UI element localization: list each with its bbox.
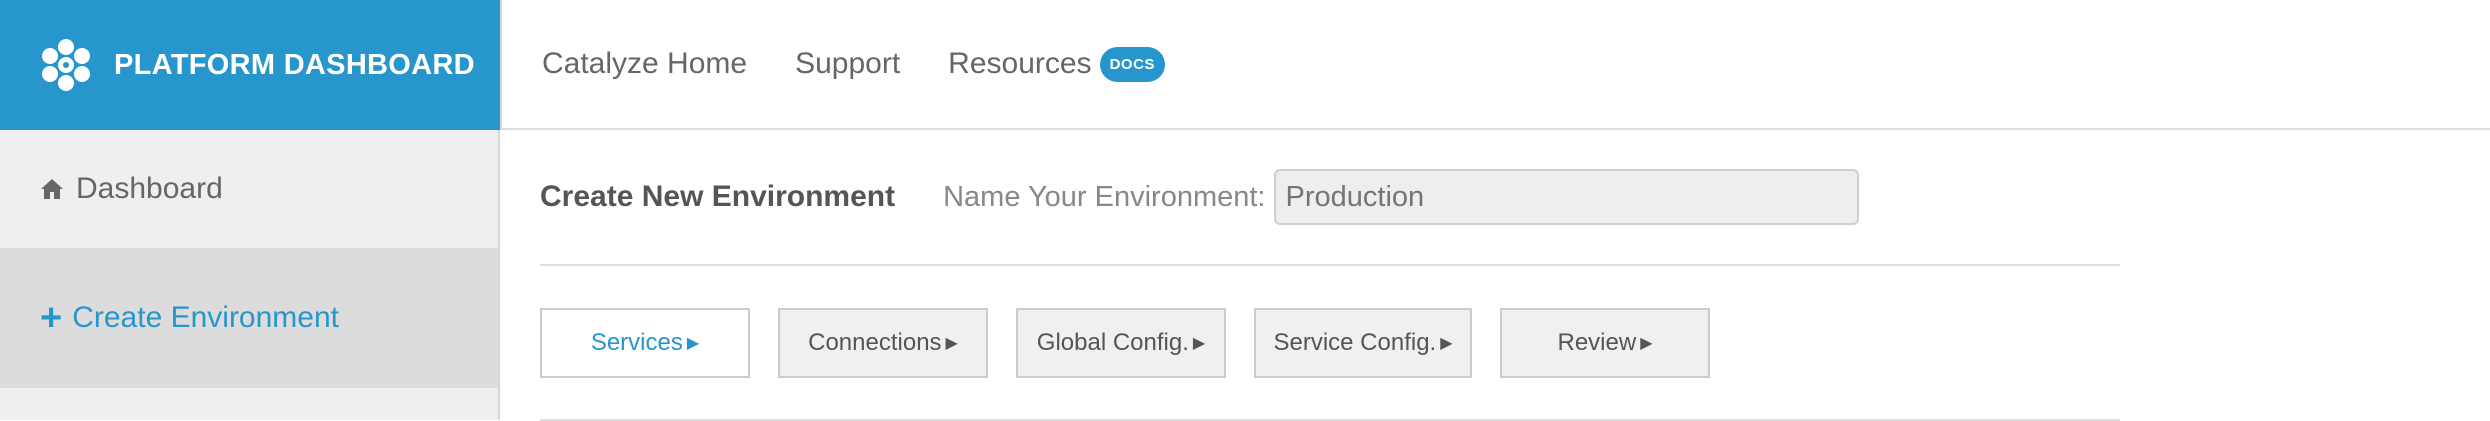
nav-link-support[interactable]: Support xyxy=(795,47,900,81)
nav-link-catalyze-home[interactable]: Catalyze Home xyxy=(542,47,747,81)
hexagon-cluster-icon xyxy=(42,39,90,91)
step-label: Service Config. xyxy=(1273,328,1437,356)
caret-right-icon: ▶ xyxy=(1192,334,1206,352)
step-label: Global Config. xyxy=(1036,328,1189,356)
step-label: Services xyxy=(590,328,683,356)
plus-icon: + xyxy=(40,297,63,339)
step-service-config[interactable]: Service Config. ▶ xyxy=(1254,307,1472,378)
caret-right-icon: ▶ xyxy=(686,334,700,352)
nav-link-resources[interactable]: Resources DOCS xyxy=(948,46,1165,82)
step-review[interactable]: Review ▶ xyxy=(1500,307,1710,378)
sidebar-item-create-environment[interactable]: + Create Environment xyxy=(0,250,498,388)
caret-right-icon: ▶ xyxy=(1440,334,1453,352)
step-global-config[interactable]: Global Config. ▶ xyxy=(1016,307,1226,378)
brand-header[interactable]: PLATFORM DASHBOARD xyxy=(0,0,500,130)
sidebar: Dashboard + Create Environment xyxy=(0,130,500,420)
page-title: Create New Environment xyxy=(540,180,896,213)
sidebar-item-dashboard[interactable]: Dashboard xyxy=(0,130,498,250)
top-navigation: Catalyze Home Support Resources DOCS xyxy=(500,0,2490,130)
nav-link-resources-label: Resources xyxy=(948,47,1092,80)
environment-name-row: Create New Environment Name Your Environ… xyxy=(540,130,2120,266)
main-content: Create New Environment Name Your Environ… xyxy=(540,130,2120,421)
brand-title: PLATFORM DASHBOARD xyxy=(114,48,475,81)
step-label: Connections xyxy=(808,328,942,356)
caret-right-icon: ▶ xyxy=(1640,334,1653,352)
home-icon xyxy=(40,178,64,200)
environment-name-input[interactable] xyxy=(1273,169,1859,225)
docs-badge[interactable]: DOCS xyxy=(1099,46,1165,82)
caret-right-icon: ▶ xyxy=(945,334,958,352)
sidebar-item-label: Create Environment xyxy=(72,301,339,334)
step-label: Review xyxy=(1557,328,1637,356)
sidebar-item-label: Dashboard xyxy=(76,172,223,205)
step-services[interactable]: Services ▶ xyxy=(540,307,750,378)
environment-name-label: Name Your Environment: xyxy=(943,180,1266,213)
wizard-steps: Services ▶ Connections ▶ Global Config. … xyxy=(540,266,2120,421)
step-connections[interactable]: Connections ▶ xyxy=(778,307,988,378)
